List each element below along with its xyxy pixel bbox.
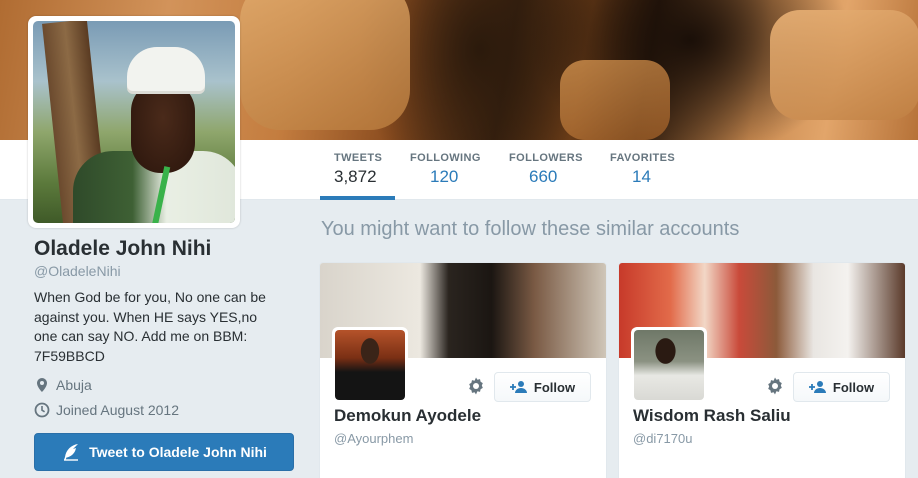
add-user-icon [808,381,826,393]
stat-label: FOLLOWING [410,152,481,164]
suggestion-card[interactable]: Follow Demokun Ayodele @Ayourphem [319,262,607,478]
suggestion-handle: @Ayourphem [334,431,414,446]
profile-bio: When God be for you, No one can be again… [34,289,266,364]
stat-label: TWEETS [334,152,383,164]
stat-favorites[interactable]: FAVORITES 14 [610,152,675,187]
stat-value: 3,872 [334,167,377,186]
avatar-photo [33,21,235,223]
profile-avatar[interactable] [28,16,240,228]
suggestion-name[interactable]: Demokun Ayodele [334,406,481,426]
clock-icon [34,402,50,418]
joined-text: Joined August 2012 [56,402,179,418]
stat-followers[interactable]: FOLLOWERS 660 [509,152,583,187]
stat-following[interactable]: FOLLOWING 120 [410,152,481,187]
profile-handle[interactable]: @OladeleNihi [34,263,121,279]
banner-decoration [240,0,410,130]
follow-button[interactable]: Follow [494,372,591,402]
profile-name[interactable]: Oladele John Nihi [34,237,211,261]
map-pin-icon [37,378,47,392]
suggestion-avatar[interactable] [631,327,707,403]
profile-joined: Joined August 2012 [34,402,179,418]
banner-decoration [560,60,670,140]
active-tab-indicator [320,196,395,200]
gear-icon[interactable] [765,376,785,396]
follow-label: Follow [832,379,875,395]
photo-detail [131,81,195,173]
stat-value: 14 [632,167,651,186]
profile-location: Abuja [34,377,92,393]
location-text: Abuja [56,377,92,393]
banner-decoration [770,10,918,120]
suggestion-name[interactable]: Wisdom Rash Saliu [633,406,791,426]
follow-label: Follow [533,379,576,395]
photo-detail [127,47,205,91]
suggestion-card[interactable]: Follow Wisdom Rash Saliu @di7170u [618,262,906,478]
suggestion-handle: @di7170u [633,431,693,446]
tweet-to-button[interactable]: Tweet to Oladele John Nihi [34,433,294,471]
quill-icon [64,444,79,461]
follow-button[interactable]: Follow [793,372,890,402]
stat-value: 660 [529,167,558,186]
stat-label: FOLLOWERS [509,152,583,164]
stat-value: 120 [430,167,459,186]
stat-label: FAVORITES [610,152,676,164]
stat-tweets[interactable]: TWEETS 3,872 [334,152,382,187]
add-user-icon [509,381,527,393]
suggestion-avatar[interactable] [332,327,408,403]
avatar-photo [634,330,704,400]
gear-icon[interactable] [466,376,486,396]
tweet-to-label: Tweet to Oladele John Nihi [89,444,267,460]
avatar-photo [335,330,405,400]
similar-accounts-heading: You might want to follow these similar a… [321,218,740,240]
